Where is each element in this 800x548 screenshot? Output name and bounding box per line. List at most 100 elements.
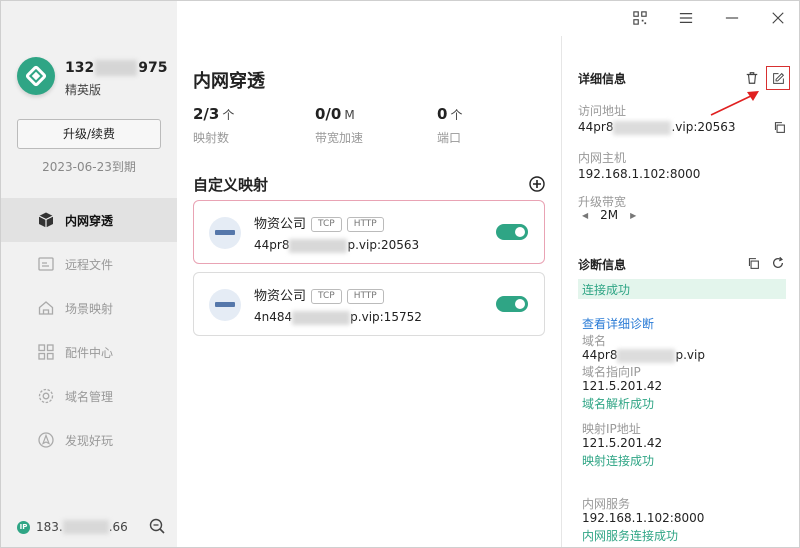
user-id-redacted [95, 60, 138, 76]
stat-value: 0 [437, 105, 448, 123]
add-icon[interactable] [528, 175, 546, 193]
public-ip: IP 183. .66 [17, 517, 167, 537]
close-icon[interactable] [767, 7, 789, 29]
tag-http: HTTP [346, 217, 384, 232]
address-redacted [289, 238, 348, 253]
copy-icon[interactable] [745, 255, 761, 271]
cube-icon [37, 211, 55, 229]
visit-prefix: 44pr8 [578, 120, 614, 134]
section-title-custom-mapping: 自定义映射 [193, 176, 269, 194]
edit-button[interactable] [766, 66, 790, 90]
domain-ip-status: 域名解析成功 [582, 397, 655, 411]
stat-unit: 个 [450, 108, 463, 122]
app-window: 132 975 精英版 升级/续费 2023-06-23到期 内网穿透 远程文件 [0, 0, 800, 548]
decrease-icon[interactable]: ◀ [582, 211, 588, 220]
mapping-toggle[interactable] [496, 296, 528, 312]
sidebar-item-label: 场景映射 [65, 301, 114, 316]
user-id-suffix: 975 [138, 60, 168, 76]
domain-suffix: p.vip [675, 348, 705, 362]
minimize-icon[interactable] [721, 7, 743, 29]
sidebar-nav: 内网穿透 远程文件 场景映射 配件中心 域名管理 发现好玩 [1, 198, 177, 462]
refresh-icon[interactable] [770, 255, 786, 271]
user-id-prefix: 132 [65, 60, 95, 76]
ip-suffix: .66 [108, 520, 128, 534]
service-label: 内网服务 [582, 497, 631, 511]
menu-icon[interactable] [675, 7, 697, 29]
sidebar-item-remote-files[interactable]: 远程文件 [1, 242, 177, 286]
stat-unit: M [344, 108, 355, 122]
address-prefix: 44pr8 [254, 238, 290, 252]
zoom-icon[interactable] [148, 517, 166, 535]
increase-icon[interactable]: ▶ [630, 211, 636, 220]
compass-icon [37, 431, 55, 449]
stat-unit: 个 [222, 108, 235, 122]
user-id: 132 975 [65, 60, 167, 76]
domain-redacted [617, 348, 676, 363]
expire-date: 2023-06-23到期 [42, 160, 136, 174]
sidebar-item-label: 配件中心 [65, 345, 114, 360]
sidebar-item-tunnel[interactable]: 内网穿透 [1, 198, 177, 242]
qrcode-icon[interactable] [629, 7, 651, 29]
mapping-name-text: 物资公司 [254, 217, 307, 232]
mapping-toggle[interactable] [496, 224, 528, 240]
map-ip-value: 121.5.201.42 [582, 436, 663, 450]
stat-value: 0/0 [315, 105, 342, 123]
mapping-address: 44pr8 p.vip:20563 [254, 238, 419, 253]
domain-ip-value: 121.5.201.42 [582, 379, 663, 393]
map-ip-label: 映射IP地址 [582, 422, 641, 436]
sidebar-item-label: 远程文件 [65, 257, 114, 272]
user-plan: 精英版 [65, 83, 102, 97]
status-text: 连接成功 [582, 283, 631, 297]
stat-ports: 0个 端口 [437, 105, 462, 146]
folder-icon [37, 255, 55, 273]
sidebar-item-accessories[interactable]: 配件中心 [1, 330, 177, 374]
service-status: 内网服务连接成功 [582, 529, 679, 543]
mapping-address: 4n484 p.vip:15752 [254, 310, 422, 325]
ip-redacted [62, 520, 109, 534]
mapping-name: 物资公司 TCP HTTP [254, 213, 384, 232]
stat-mapping-count: 2/3 个 映射数 [193, 105, 234, 146]
stat-value: 2/3 [193, 105, 220, 123]
stat-bandwidth: 0/0 M 带宽加速 [315, 105, 363, 146]
sidebar-item-label: 发现好玩 [65, 433, 114, 448]
page-title: 内网穿透 [193, 71, 265, 92]
address-prefix: 4n484 [254, 310, 293, 324]
mapping-card[interactable]: 物资公司 TCP HTTP 4n484 p.vip:15752 [193, 272, 545, 336]
ie-logo-icon [209, 289, 241, 321]
domain-value: 44pr8 p.vip [582, 348, 705, 363]
ip-prefix: 183. [36, 520, 63, 534]
sidebar-item-domain[interactable]: 域名管理 [1, 374, 177, 418]
copy-icon[interactable] [771, 119, 787, 135]
mapping-name-text: 物资公司 [254, 289, 307, 304]
bandwidth-stepper[interactable]: ◀ 2M ▶ [582, 208, 636, 222]
detail-title: 详细信息 [578, 72, 627, 86]
edit-icon [772, 72, 784, 84]
avatar[interactable] [17, 57, 55, 95]
address-suffix: p.vip:20563 [347, 238, 420, 252]
ip-icon: IP [17, 520, 30, 534]
view-detail-link[interactable]: 查看详细诊断 [582, 315, 654, 332]
service-value: 192.168.1.102:8000 [582, 511, 705, 525]
annotation-arrow-icon [710, 91, 759, 116]
gear-icon [37, 387, 55, 405]
home-icon [37, 299, 55, 317]
upgrade-button[interactable]: 升级/续费 [17, 119, 161, 149]
mapping-card[interactable]: 物资公司 TCP HTTP 44pr8 p.vip:20563 [193, 200, 545, 264]
stat-label: 映射数 [193, 131, 230, 145]
sidebar-item-scene[interactable]: 场景映射 [1, 286, 177, 330]
sidebar-item-discover[interactable]: 发现好玩 [1, 418, 177, 462]
status-badge: 连接成功 [578, 279, 786, 299]
map-ip-status: 映射连接成功 [582, 454, 655, 468]
grid-icon [37, 343, 55, 361]
sidebar-item-label: 域名管理 [65, 389, 114, 404]
visit-redacted [613, 120, 672, 135]
sidebar: 132 975 精英版 升级/续费 2023-06-23到期 内网穿透 远程文件 [1, 1, 177, 547]
stat-label: 端口 [437, 131, 462, 145]
ie-logo-icon [209, 217, 241, 249]
domain-ip-label: 域名指向IP [582, 365, 641, 379]
sidebar-item-label: 内网穿透 [65, 213, 114, 228]
tag-tcp: TCP [311, 217, 342, 232]
tag-tcp: TCP [311, 289, 342, 304]
tag-http: HTTP [346, 289, 384, 304]
domain-label: 域名 [582, 334, 607, 348]
